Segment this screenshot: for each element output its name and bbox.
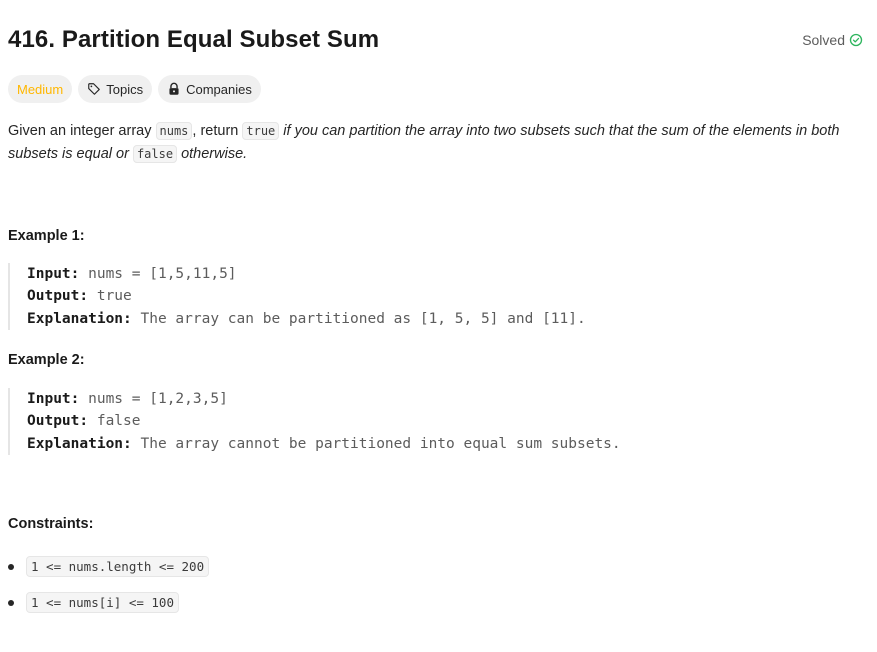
output-value: true [88, 288, 132, 305]
inline-code-false: false [132, 145, 178, 163]
example-block: Input: nums = [1,2,3,5] Output: false Ex… [8, 388, 858, 455]
explanation-label: Explanation: [27, 435, 132, 452]
inline-code-true: true [242, 122, 280, 140]
example-block: Input: nums = [1,5,11,5] Output: true Ex… [8, 263, 858, 330]
example-output-line: Output: false [27, 410, 858, 432]
lock-icon [169, 82, 179, 95]
output-label: Output: [27, 413, 89, 430]
problem-statement: Given an integer array nums, return true… [8, 120, 863, 166]
solved-label: Solved [802, 32, 845, 48]
statement-text: Given an integer array [8, 123, 156, 139]
example-heading: Example 1: [8, 228, 85, 244]
difficulty-label: Medium [17, 81, 64, 97]
solved-status: Solved [802, 32, 863, 48]
difficulty-badge: Medium [8, 75, 73, 103]
example-output-line: Output: true [27, 285, 858, 307]
problem-tags: Medium Topics Companies [8, 75, 261, 103]
output-value: false [88, 413, 141, 430]
example-input-line: Input: nums = [1,2,3,5] [27, 388, 858, 410]
example-explanation-line: Explanation: The array cannot be partiti… [27, 433, 858, 455]
example-explanation-line: Explanation: The array can be partitione… [27, 308, 858, 330]
output-label: Output: [27, 288, 89, 305]
input-value: nums = [1,5,11,5] [79, 266, 237, 282]
constraint-code: 1 <= nums[i] <= 100 [26, 592, 179, 613]
check-circle-icon [849, 33, 863, 47]
constraint-code: 1 <= nums.length <= 200 [26, 556, 210, 577]
inline-code-nums: nums [155, 122, 193, 140]
constraint-item: 1 <= nums[i] <= 100 [8, 592, 179, 613]
example-input-line: Input: nums = [1,5,11,5] [27, 263, 858, 285]
bullet-icon [8, 563, 14, 570]
statement-text: , return [192, 123, 243, 139]
example-heading: Example 2: [8, 352, 85, 368]
tag-icon [88, 83, 101, 95]
topics-button[interactable]: Topics [78, 75, 153, 103]
input-label: Input: [27, 266, 80, 282]
constraints-heading: Constraints: [8, 516, 94, 532]
topics-label: Topics [106, 81, 144, 97]
title-row: 416. Partition Equal Subset Sum Solved [8, 22, 863, 58]
constraint-item: 1 <= nums.length <= 200 [8, 556, 210, 577]
statement-text-italic: otherwise. [177, 146, 248, 162]
explanation-value: The array cannot be partitioned into equ… [131, 435, 621, 452]
input-value: nums = [1,2,3,5] [79, 391, 228, 407]
companies-button[interactable]: Companies [158, 75, 261, 103]
problem-title[interactable]: 416. Partition Equal Subset Sum [8, 26, 379, 54]
bullet-icon [8, 599, 14, 606]
explanation-value: The array can be partitioned as [1, 5, 5… [131, 310, 586, 327]
explanation-label: Explanation: [27, 310, 132, 327]
companies-label: Companies [186, 81, 252, 97]
input-label: Input: [27, 391, 80, 407]
